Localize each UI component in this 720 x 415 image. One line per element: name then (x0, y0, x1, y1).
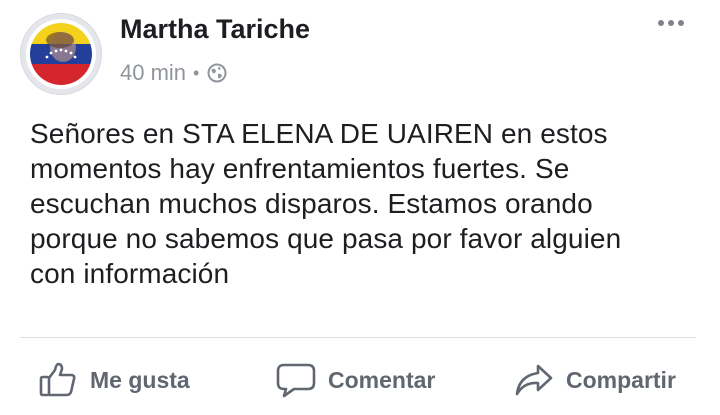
thumbs-up-icon (38, 362, 78, 398)
like-label: Me gusta (90, 366, 190, 393)
comment-label: Comentar (328, 366, 436, 393)
more-dot (658, 20, 664, 26)
share-arrow-icon (514, 362, 554, 398)
share-label: Compartir (566, 366, 676, 393)
post-meta: 40 min • (120, 60, 227, 86)
avatar[interactable] (20, 13, 102, 95)
like-button[interactable]: Me gusta (38, 362, 190, 398)
post-text: Señores en STA ELENA DE UAIREN en estos … (30, 118, 622, 289)
action-bar: Me gusta Comentar Compartir (0, 352, 720, 412)
venezuela-flag-image (30, 23, 92, 85)
share-button[interactable]: Compartir (514, 362, 676, 398)
speech-bubble-icon (276, 362, 316, 398)
more-options-icon[interactable] (658, 20, 684, 26)
avatar-frame (26, 19, 96, 89)
globe-icon (207, 63, 227, 83)
author-name[interactable]: Martha Tariche (120, 14, 310, 45)
comment-button[interactable]: Comentar (276, 362, 435, 398)
meta-separator: • (193, 63, 200, 83)
post-card: Martha Tariche 40 min • Señores en STA E… (0, 0, 720, 415)
divider (20, 337, 696, 338)
more-dot (668, 20, 674, 26)
more-dot (678, 20, 684, 26)
post-timestamp[interactable]: 40 min (120, 60, 186, 86)
